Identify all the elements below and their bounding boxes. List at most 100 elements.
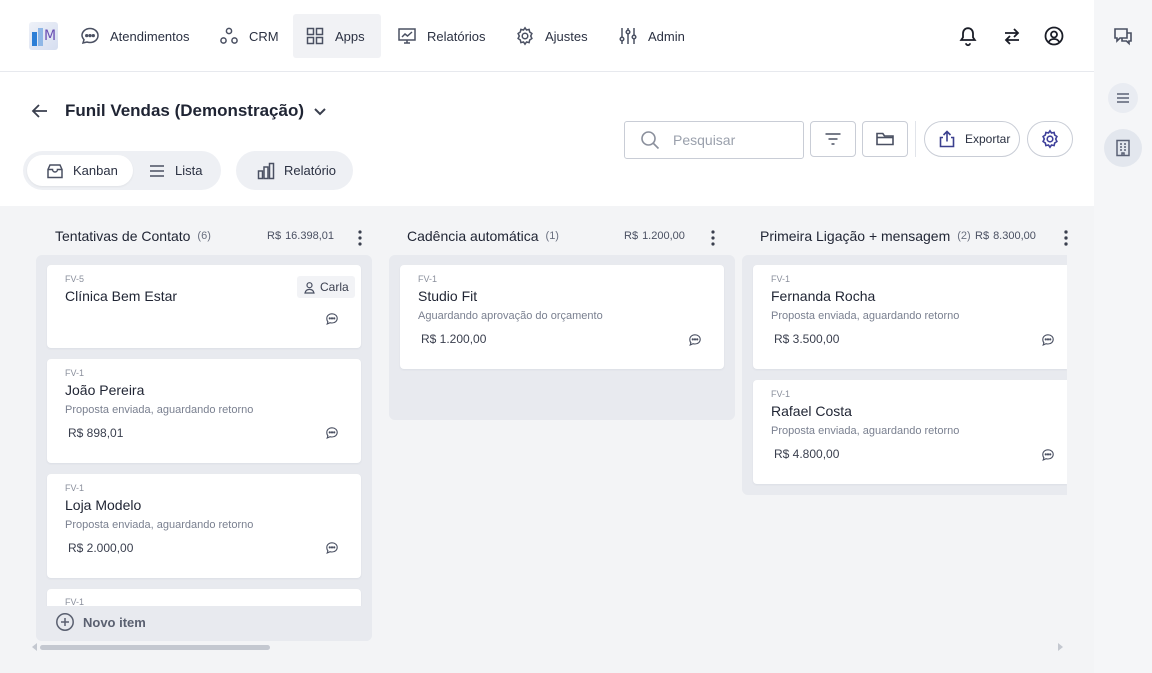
menu-lines-button[interactable] xyxy=(1108,83,1138,113)
card-code: FV-1 xyxy=(771,274,791,284)
deal-card[interactable]: FV-5 Clínica Bem Estar Carla xyxy=(47,265,361,348)
chat-panel-icon[interactable] xyxy=(1112,25,1134,47)
inbox-tray-icon xyxy=(45,161,65,181)
card-code: FV-1 xyxy=(65,597,85,606)
share-upload-icon xyxy=(937,129,957,149)
scroll-right-arrow[interactable] xyxy=(1058,643,1063,651)
card-description: Proposta enviada, aguardando retorno xyxy=(771,310,960,322)
card-owner-badge[interactable]: Carla xyxy=(297,276,355,298)
card-amount: R$ 1.200,00 xyxy=(421,332,487,346)
filter-button[interactable] xyxy=(810,121,856,157)
card-name: Studio Fit xyxy=(418,288,478,304)
card-description: Aguardando aprovação do orçamento xyxy=(418,310,603,322)
kebab-menu-icon xyxy=(1059,229,1073,247)
nav-item-relatorios[interactable]: Relatórios xyxy=(385,14,500,58)
filter-icon xyxy=(823,129,843,149)
list-lines-icon xyxy=(147,161,167,181)
user-profile-icon[interactable] xyxy=(1043,25,1065,47)
nav-item-crm[interactable]: CRM xyxy=(207,14,293,58)
card-name: João Pereira xyxy=(65,382,145,398)
card-code: FV-1 xyxy=(65,483,85,493)
bell-icon[interactable] xyxy=(957,25,979,47)
card-name: Rafael Costa xyxy=(771,403,852,419)
currency-label: R$ xyxy=(624,230,639,242)
column-header: Tentativas de Contato (6) xyxy=(55,228,211,244)
gear-icon xyxy=(1040,129,1060,149)
chevron-down-icon[interactable] xyxy=(311,102,329,120)
nav-item-apps[interactable]: Apps xyxy=(293,14,381,58)
card-description: Proposta enviada, aguardando retorno xyxy=(771,425,960,437)
nav-item-atendimentos[interactable]: Atendimentos xyxy=(68,14,204,58)
back-arrow-icon[interactable] xyxy=(30,101,50,121)
gear-icon xyxy=(515,26,535,46)
card-code: FV-1 xyxy=(418,274,438,284)
column-total-value: 1.200,00 xyxy=(642,230,685,242)
column-menu-button[interactable] xyxy=(353,229,367,247)
new-item-label: Novo item xyxy=(83,614,146,630)
currency-label: R$ xyxy=(267,230,282,242)
folder-button[interactable] xyxy=(862,121,908,157)
report-view-button[interactable]: Relatório xyxy=(236,151,353,190)
deal-card[interactable]: FV-1 Fernanda Rocha Proposta enviada, ag… xyxy=(753,265,1067,369)
card-description: Proposta enviada, aguardando retorno xyxy=(65,519,254,531)
right-side-rail xyxy=(1094,0,1152,673)
column-menu-button[interactable] xyxy=(1059,229,1073,247)
deal-card[interactable]: FV-1 Loja Modelo Proposta enviada, aguar… xyxy=(47,474,361,578)
crm-nodes-icon xyxy=(219,26,239,46)
menu-lines-icon xyxy=(1114,89,1132,107)
nav-label: Ajustes xyxy=(545,28,588,44)
board-settings-button[interactable] xyxy=(1027,121,1073,157)
deal-card[interactable]: FV-1 Rafael Costa Proposta enviada, agua… xyxy=(753,380,1067,484)
column-total: R$ 16.398,01 xyxy=(267,230,334,242)
export-button[interactable]: Exportar xyxy=(924,121,1020,157)
card-code: FV-1 xyxy=(65,368,85,378)
deal-card[interactable]: FV-1 João Pereira Proposta enviada, agua… xyxy=(47,359,361,463)
card-chat-icon[interactable] xyxy=(325,541,339,555)
column-count: (6) xyxy=(197,230,211,242)
person-icon xyxy=(303,281,316,294)
card-chat-icon[interactable] xyxy=(325,426,339,440)
horizontal-scrollbar-thumb[interactable] xyxy=(40,645,270,650)
card-amount: R$ 898,01 xyxy=(68,426,124,440)
column-total-value: 16.398,01 xyxy=(285,230,334,242)
search-input[interactable] xyxy=(673,132,783,148)
toolbar-divider xyxy=(915,121,916,157)
column-total-value: 8.300,00 xyxy=(993,230,1036,242)
nav-item-admin[interactable]: Admin xyxy=(606,14,699,58)
company-building-button[interactable] xyxy=(1104,129,1142,167)
nav-label: Atendimentos xyxy=(110,28,190,44)
card-code: FV-5 xyxy=(65,274,85,284)
card-description: Proposta enviada, aguardando retorno xyxy=(65,404,254,416)
card-chat-icon[interactable] xyxy=(325,312,339,326)
card-name: Fernanda Rocha xyxy=(771,288,876,304)
company-logo[interactable]: M xyxy=(29,22,58,50)
new-item-button[interactable]: Novo item xyxy=(55,612,146,632)
card-amount: R$ 4.800,00 xyxy=(774,447,840,461)
bar-chart-icon xyxy=(256,161,276,181)
report-chart-icon xyxy=(397,26,417,46)
top-navbar: M Atendimentos CRM Apps Relatórios Ajust… xyxy=(0,0,1094,72)
folder-icon xyxy=(875,129,895,149)
card-chat-icon[interactable] xyxy=(688,333,702,347)
view-list-tab[interactable]: Lista xyxy=(129,155,217,186)
nav-label: CRM xyxy=(249,28,279,44)
column-header: Primeira Ligação + mensagem (2) xyxy=(760,228,971,244)
card-chat-icon[interactable] xyxy=(1041,448,1055,462)
nav-item-ajustes[interactable]: Ajustes xyxy=(503,14,602,58)
deal-card-partial[interactable]: FV-1 xyxy=(47,589,361,606)
scroll-left-arrow[interactable] xyxy=(32,643,37,651)
card-amount: R$ 3.500,00 xyxy=(774,332,840,346)
card-code: FV-1 xyxy=(771,389,791,399)
switch-arrows-icon[interactable] xyxy=(1001,25,1023,47)
page-title: Funil Vendas (Demonstração) xyxy=(65,101,304,120)
chat-bubble-icon xyxy=(80,26,100,46)
column-menu-button[interactable] xyxy=(706,229,720,247)
view-toggle: Kanban Lista xyxy=(23,151,221,190)
deal-card[interactable]: FV-1 Studio Fit Aguardando aprovação do … xyxy=(400,265,724,369)
kebab-menu-icon xyxy=(706,229,720,247)
view-kanban-tab[interactable]: Kanban xyxy=(27,155,133,186)
currency-label: R$ xyxy=(975,230,990,242)
column-count: (1) xyxy=(545,230,559,242)
card-owner-name: Carla xyxy=(320,280,349,294)
card-chat-icon[interactable] xyxy=(1041,333,1055,347)
